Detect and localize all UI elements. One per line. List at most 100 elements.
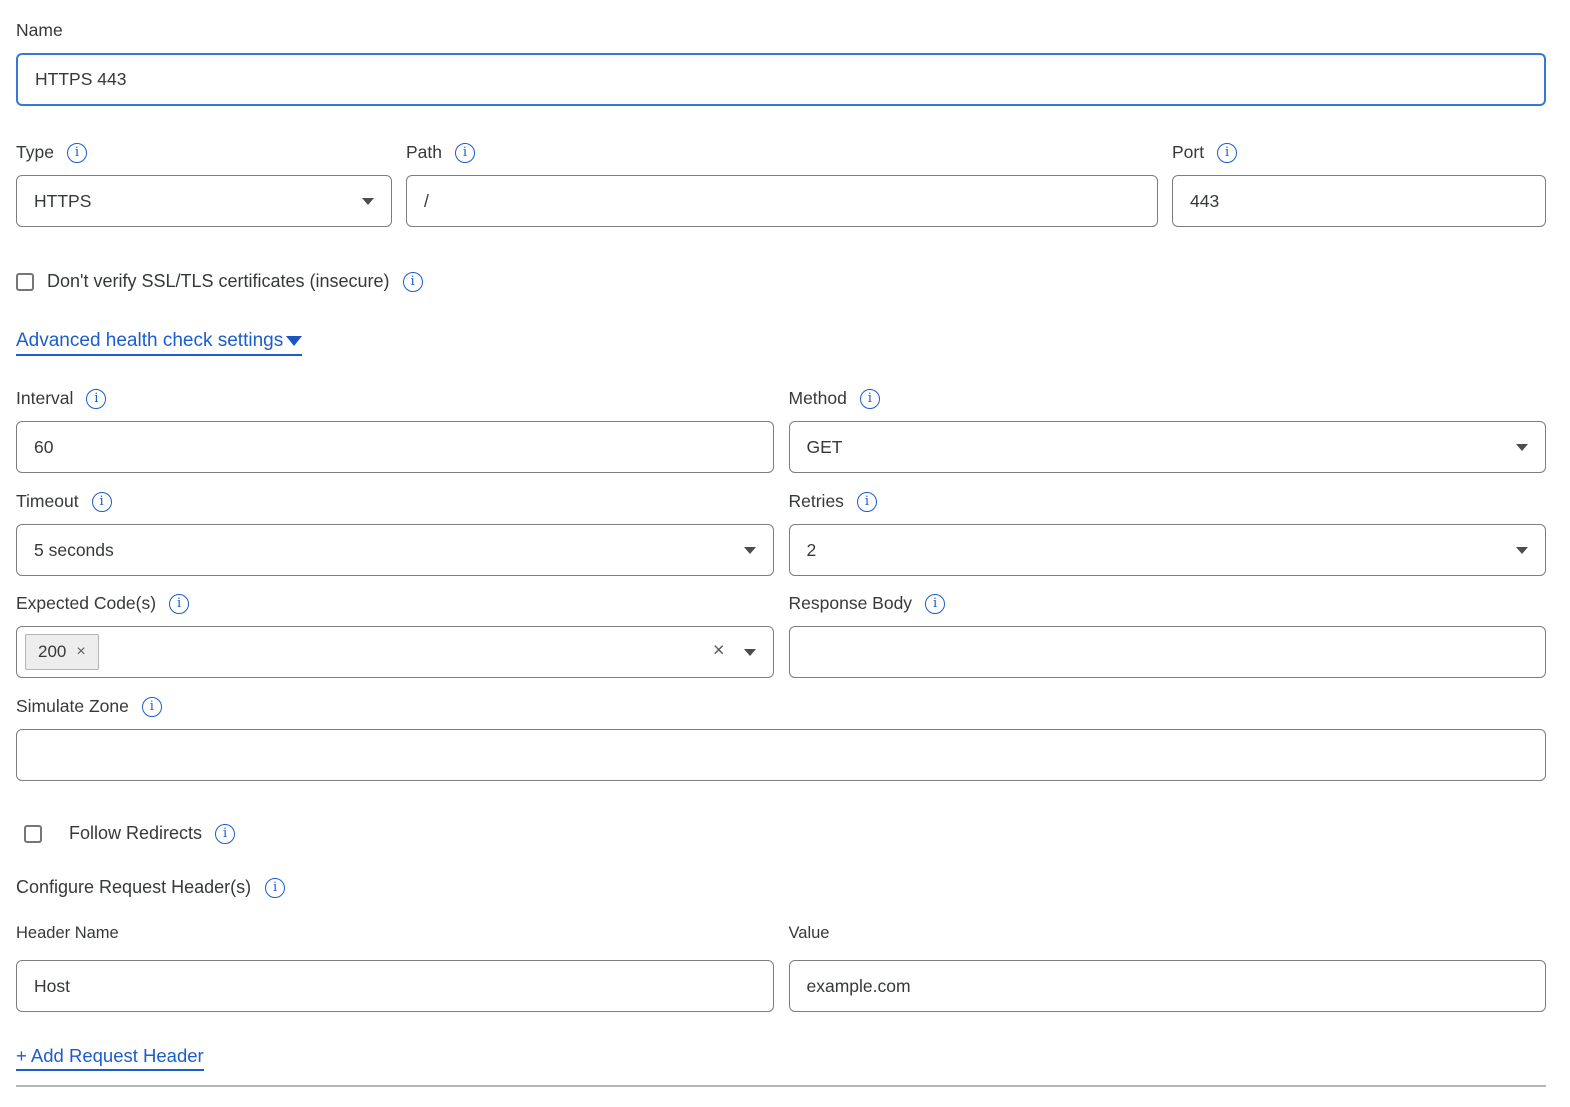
method-label: Method i <box>789 388 1547 409</box>
name-input[interactable]: HTTPS 443 <box>16 53 1546 106</box>
header-value-label: Value <box>789 924 1547 943</box>
interval-label: Interval i <box>16 388 774 409</box>
request-headers-title: Configure Request Header(s) <box>16 877 251 898</box>
port-label: Port i <box>1172 142 1546 163</box>
code-tag: 200 × <box>25 634 99 670</box>
path-label-text: Path <box>406 142 442 163</box>
follow-redirects-row: Follow Redirects i <box>16 823 1546 844</box>
triangle-down-icon <box>286 336 302 346</box>
advanced-settings-toggle[interactable]: Advanced health check settings <box>16 330 302 356</box>
ssl-verify-label: Don't verify SSL/TLS certificates (insec… <box>47 271 390 292</box>
chevron-down-icon <box>1516 547 1528 554</box>
type-field: Type i HTTPS <box>16 142 392 227</box>
simulate-zone-input[interactable] <box>16 729 1546 781</box>
port-label-text: Port <box>1172 142 1204 163</box>
header-name-input[interactable]: Host <box>16 960 774 1012</box>
header-name-input-value: Host <box>34 976 70 997</box>
codes-body-row: Expected Code(s) i 200 × × Response Body… <box>16 593 1546 678</box>
interval-input-value: 60 <box>34 437 53 458</box>
header-name-field: Header Name Host <box>16 924 774 1012</box>
type-label-text: Type <box>16 142 54 163</box>
interval-field: Interval i 60 <box>16 388 774 473</box>
header-value-input[interactable]: example.com <box>789 960 1547 1012</box>
method-select-value: GET <box>807 437 843 458</box>
timeout-select-value: 5 seconds <box>34 540 114 561</box>
timeout-info-icon[interactable]: i <box>92 492 112 512</box>
simulate-zone-label: Simulate Zone i <box>16 696 1546 717</box>
expected-codes-label-text: Expected Code(s) <box>16 593 156 614</box>
simulate-zone-field: Simulate Zone i <box>16 696 1546 781</box>
interval-info-icon[interactable]: i <box>86 389 106 409</box>
expected-codes-info-icon[interactable]: i <box>169 594 189 614</box>
method-label-text: Method <box>789 388 847 409</box>
path-field: Path i / <box>406 142 1158 227</box>
request-headers-title-row: Configure Request Header(s) i <box>16 877 1546 898</box>
header-value-input-value: example.com <box>807 976 911 997</box>
chevron-down-icon <box>1516 444 1528 451</box>
follow-redirects-label: Follow Redirects <box>69 823 202 844</box>
follow-redirects-checkbox[interactable] <box>24 825 42 843</box>
advanced-settings-row: Advanced health check settings <box>16 330 1546 356</box>
advanced-settings-label: Advanced health check settings <box>16 330 283 352</box>
type-select-value: HTTPS <box>34 191 91 212</box>
simulate-zone-label-text: Simulate Zone <box>16 696 129 717</box>
header-value-field: Value example.com <box>789 924 1547 1012</box>
expected-codes-field: Expected Code(s) i 200 × × <box>16 593 774 678</box>
clear-all-icon[interactable]: × <box>713 640 725 663</box>
port-input-value: 443 <box>1190 191 1219 212</box>
ssl-verify-row: Don't verify SSL/TLS certificates (insec… <box>16 271 1546 292</box>
ssl-verify-info-icon[interactable]: i <box>403 272 423 292</box>
response-body-label: Response Body i <box>789 593 1547 614</box>
timeout-label: Timeout i <box>16 491 774 512</box>
timeout-label-text: Timeout <box>16 491 79 512</box>
timeout-retries-row: Timeout i 5 seconds Retries i 2 <box>16 491 1546 576</box>
response-body-info-icon[interactable]: i <box>925 594 945 614</box>
name-input-value: HTTPS 443 <box>35 69 126 90</box>
name-label: Name <box>16 20 1546 41</box>
method-field: Method i GET <box>789 388 1547 473</box>
add-request-header-link[interactable]: + Add Request Header <box>16 1045 204 1071</box>
request-headers-info-icon[interactable]: i <box>265 878 285 898</box>
port-info-icon[interactable]: i <box>1217 143 1237 163</box>
method-select[interactable]: GET <box>789 421 1547 473</box>
expected-codes-label: Expected Code(s) i <box>16 593 774 614</box>
type-info-icon[interactable]: i <box>67 143 87 163</box>
retries-field: Retries i 2 <box>789 491 1547 576</box>
path-label: Path i <box>406 142 1158 163</box>
chevron-down-icon <box>362 198 374 205</box>
retries-select-value: 2 <box>807 540 817 561</box>
type-label: Type i <box>16 142 392 163</box>
path-info-icon[interactable]: i <box>455 143 475 163</box>
response-body-field: Response Body i <box>789 593 1547 678</box>
retries-label: Retries i <box>789 491 1547 512</box>
path-input-value: / <box>424 191 429 212</box>
timeout-field: Timeout i 5 seconds <box>16 491 774 576</box>
retries-select[interactable]: 2 <box>789 524 1547 576</box>
retries-info-icon[interactable]: i <box>857 492 877 512</box>
port-input[interactable]: 443 <box>1172 175 1546 227</box>
timeout-select[interactable]: 5 seconds <box>16 524 774 576</box>
type-path-port-row: Type i HTTPS Path i / Port i 443 <box>16 142 1546 227</box>
code-tag-value: 200 <box>38 642 66 662</box>
method-info-icon[interactable]: i <box>860 389 880 409</box>
type-select[interactable]: HTTPS <box>16 175 392 227</box>
interval-method-row: Interval i 60 Method i GET <box>16 388 1546 473</box>
chevron-down-icon[interactable] <box>744 649 756 656</box>
ssl-verify-checkbox[interactable] <box>16 273 34 291</box>
health-check-form: Name HTTPS 443 Type i HTTPS Path i / <box>0 0 1570 1107</box>
follow-redirects-info-icon[interactable]: i <box>215 824 235 844</box>
interval-input[interactable]: 60 <box>16 421 774 473</box>
interval-label-text: Interval <box>16 388 73 409</box>
code-tag-remove-icon[interactable]: × <box>76 643 85 661</box>
response-body-label-text: Response Body <box>789 593 913 614</box>
chevron-down-icon <box>744 547 756 554</box>
name-label-text: Name <box>16 20 63 41</box>
header-name-label: Header Name <box>16 924 774 943</box>
response-body-input[interactable] <box>789 626 1547 678</box>
expected-codes-multiselect[interactable]: 200 × × <box>16 626 774 678</box>
retries-label-text: Retries <box>789 491 844 512</box>
add-request-header-label: + Add Request Header <box>16 1045 204 1067</box>
path-input[interactable]: / <box>406 175 1158 227</box>
simulate-zone-info-icon[interactable]: i <box>142 697 162 717</box>
add-header-row: + Add Request Header <box>16 1045 1546 1071</box>
